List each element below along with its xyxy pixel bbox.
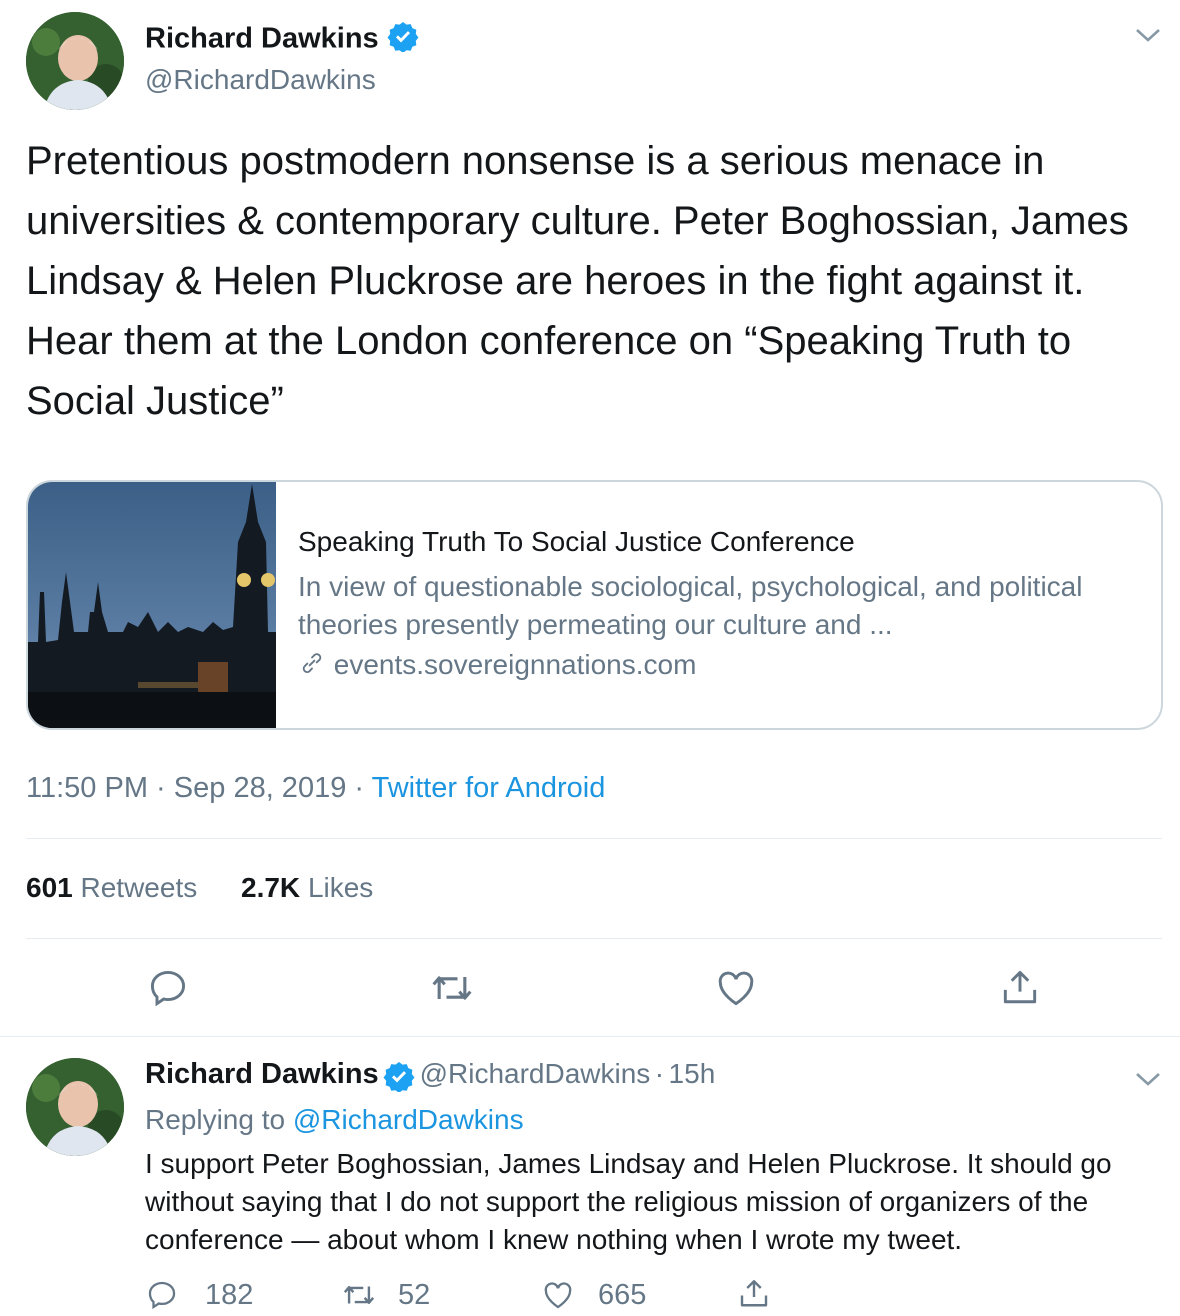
retweet-button[interactable] <box>428 966 476 1015</box>
reply-count: 182 <box>205 1278 254 1311</box>
tweet-stats: 601 Retweets 2.7K Likes <box>26 872 373 904</box>
reply-age[interactable]: 15h <box>669 1058 716 1089</box>
tweet-meta: 11:50 PM · Sep 28, 2019 · Twitter for An… <box>26 772 605 805</box>
card-description: In view of questionable sociological, ps… <box>298 571 1083 640</box>
tweet-time[interactable]: 11:50 PM <box>26 772 148 804</box>
divider <box>0 1036 1180 1037</box>
like-icon <box>718 971 754 1006</box>
meta-separator: · <box>654 1058 665 1089</box>
reply-reply-button[interactable]: 182 <box>145 1278 253 1312</box>
replying-handle-link[interactable]: @RichardDawkins <box>293 1104 524 1135</box>
verified-badge-icon <box>383 1060 415 1097</box>
reply-like-button[interactable]: 665 <box>540 1278 646 1312</box>
like-icon <box>544 1282 572 1309</box>
reply-header: Richard Dawkins @RichardDawkins · 15h <box>145 1058 715 1097</box>
card-title: Speaking Truth To Social Justice Confere… <box>298 526 855 557</box>
divider <box>26 838 1162 839</box>
meta-separator: · <box>354 772 365 804</box>
reply-avatar[interactable] <box>26 1058 124 1156</box>
verified-badge-icon <box>387 20 419 60</box>
replying-to: Replying to @RichardDawkins <box>145 1104 524 1136</box>
reply-icon <box>148 1281 176 1310</box>
retweet-count: 52 <box>398 1278 431 1311</box>
reply-retweet-button[interactable]: 52 <box>340 1278 430 1312</box>
retweet-icon <box>432 976 472 1000</box>
like-button[interactable] <box>714 966 758 1015</box>
reply-text: I support Peter Boghossian, James Lindsa… <box>145 1148 1112 1255</box>
reply-author-handle[interactable]: @RichardDawkins <box>420 1058 651 1089</box>
retweets-label: Retweets <box>80 872 198 903</box>
reply-icon <box>150 970 186 1007</box>
link-card[interactable]: Speaking Truth To Social Justice Confere… <box>26 480 1163 730</box>
author-name-text[interactable]: Richard Dawkins <box>145 23 379 55</box>
share-icon <box>740 1280 768 1307</box>
retweets-stat[interactable]: 601 Retweets <box>26 872 205 903</box>
chevron-down-icon[interactable] <box>1133 24 1163 51</box>
share-icon <box>1003 970 1037 1004</box>
avatar[interactable] <box>26 12 124 110</box>
like-count: 665 <box>598 1278 647 1311</box>
reply-button[interactable] <box>146 966 190 1015</box>
likes-stat[interactable]: 2.7K Likes <box>241 872 373 903</box>
tweet-text: Pretentious postmodern nonsense is a ser… <box>26 139 1129 423</box>
likes-label: Likes <box>307 872 374 903</box>
card-image <box>28 482 276 728</box>
replying-prefix: Replying to <box>145 1104 286 1135</box>
retweet-icon <box>343 1286 375 1304</box>
tweet-source[interactable]: Twitter for Android <box>372 772 606 804</box>
card-domain-row: events.sovereignnations.com <box>298 649 696 684</box>
share-button[interactable] <box>998 966 1042 1015</box>
retweets-count: 601 <box>26 872 73 903</box>
reply-share-button[interactable] <box>736 1276 772 1312</box>
card-domain: events.sovereignnations.com <box>333 649 697 680</box>
divider <box>26 938 1162 939</box>
reply-author-name[interactable]: Richard Dawkins <box>145 1058 379 1090</box>
author-name[interactable]: Richard Dawkins <box>145 20 419 60</box>
meta-separator: · <box>156 772 166 804</box>
likes-count: 2.7K <box>241 872 301 903</box>
tweet-date[interactable]: Sep 28, 2019 <box>174 772 347 804</box>
chevron-down-icon[interactable] <box>1133 1068 1163 1095</box>
author-handle[interactable]: @RichardDawkins <box>145 64 376 96</box>
link-icon <box>298 649 326 684</box>
